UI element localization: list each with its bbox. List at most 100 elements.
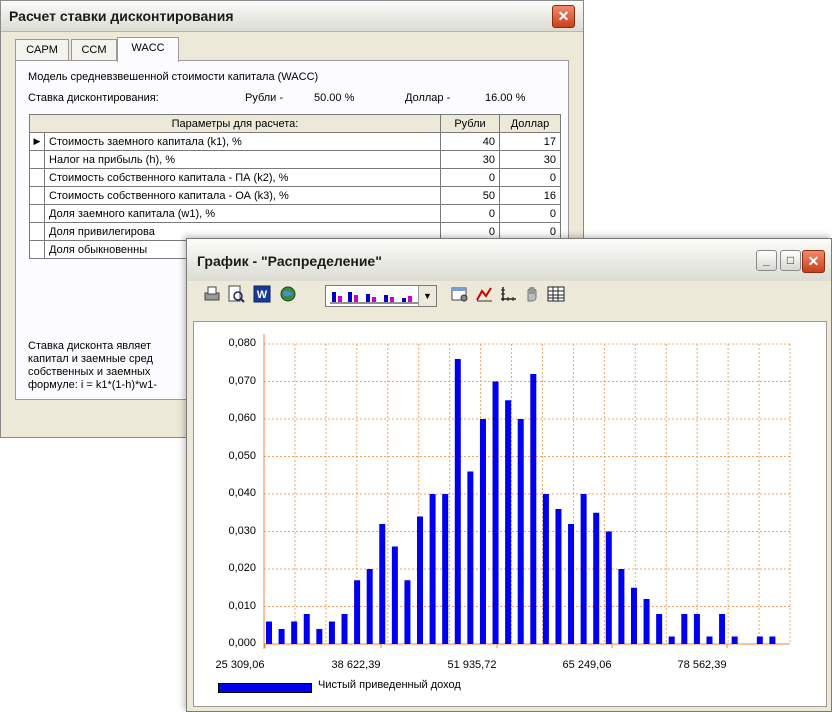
description-line: капитал и заемные сред bbox=[28, 353, 153, 365]
chart-bar bbox=[291, 621, 298, 644]
table-header-row: Параметры для расчета: Рубли Доллар bbox=[29, 114, 561, 133]
usd-cell[interactable]: 17 bbox=[499, 132, 561, 151]
description-line: формуле: i = k1*(1-h)*w1- bbox=[28, 379, 157, 391]
chart-type-select[interactable]: ▼ bbox=[325, 285, 437, 307]
close-icon[interactable]: ✕ bbox=[552, 5, 575, 28]
chart-bar bbox=[366, 569, 373, 644]
usd-cell[interactable]: 0 bbox=[499, 168, 561, 187]
chart-bar bbox=[706, 636, 713, 644]
chart-bar bbox=[278, 629, 285, 644]
bar-chart-type-icon bbox=[330, 292, 418, 304]
chart-settings-icon[interactable] bbox=[449, 285, 471, 307]
chart-bar bbox=[618, 569, 625, 644]
row-marker bbox=[29, 222, 45, 241]
svg-text:W: W bbox=[257, 289, 268, 301]
axis-icon[interactable] bbox=[497, 285, 519, 307]
chevron-down-icon[interactable]: ▼ bbox=[418, 286, 436, 306]
chart-bar bbox=[467, 471, 474, 644]
param-cell[interactable]: Стоимость заемного капитала (k1), % bbox=[44, 132, 441, 151]
usd-label: Доллар - bbox=[405, 92, 451, 104]
web-export-icon[interactable] bbox=[277, 285, 299, 307]
param-cell[interactable]: Налог на прибыль (h), % bbox=[44, 150, 441, 169]
description-text: Ставка дисконта являет капитал и заемные… bbox=[28, 340, 198, 392]
chart-bar bbox=[442, 494, 449, 644]
tab-wacc[interactable]: WACC bbox=[117, 37, 179, 62]
chart-bar bbox=[429, 494, 436, 644]
tab-ccm[interactable]: CCM bbox=[71, 39, 117, 61]
chart-bar bbox=[266, 621, 272, 644]
param-cell[interactable]: Доля заемного капитала (w1), % bbox=[44, 204, 441, 223]
wacc-window-title: Расчет ставки дисконтирования bbox=[9, 8, 234, 24]
chart-bar bbox=[328, 621, 335, 644]
table-row[interactable]: Доля заемного капитала (w1), % 0 0 bbox=[29, 204, 561, 223]
chart-bar bbox=[656, 614, 663, 644]
chart-bar bbox=[530, 374, 537, 644]
tab-capm[interactable]: CAPM bbox=[15, 39, 69, 61]
row-marker bbox=[29, 168, 45, 187]
chart-bar bbox=[580, 494, 587, 644]
chart-bar bbox=[316, 629, 323, 644]
column-header-usd[interactable]: Доллар bbox=[499, 114, 561, 133]
chart-bar bbox=[568, 524, 575, 644]
print-icon[interactable] bbox=[201, 285, 223, 307]
rub-cell[interactable]: 40 bbox=[440, 132, 500, 151]
chart-bar bbox=[769, 636, 776, 644]
chart-bar bbox=[542, 494, 549, 644]
chart-bar bbox=[517, 419, 524, 644]
usd-cell[interactable]: 16 bbox=[499, 186, 561, 205]
chart-bar bbox=[681, 614, 688, 644]
usd-cell[interactable]: 30 bbox=[499, 150, 561, 169]
chart-bar bbox=[668, 636, 675, 644]
close-icon[interactable]: ✕ bbox=[802, 250, 825, 273]
print-preview-icon[interactable] bbox=[225, 285, 247, 307]
chart-bar bbox=[454, 359, 461, 644]
description-line: собственных и заемных bbox=[28, 366, 151, 378]
param-cell[interactable]: Стоимость собственного капитала - ОА (k3… bbox=[44, 186, 441, 205]
chart-bar bbox=[303, 614, 310, 644]
chart-window-title: График - "Распределение" bbox=[197, 253, 382, 269]
row-marker bbox=[29, 204, 45, 223]
table-row[interactable]: Стоимость собственного капитала - ОА (k3… bbox=[29, 186, 561, 205]
maximize-icon[interactable]: □ bbox=[780, 250, 801, 271]
chart-toolbar: W ▼ bbox=[195, 283, 823, 309]
rub-cell[interactable]: 0 bbox=[440, 168, 500, 187]
rub-cell[interactable]: 50 bbox=[440, 186, 500, 205]
model-title: Модель средневзвешенной стоимости капита… bbox=[28, 71, 319, 83]
param-cell[interactable]: Стоимость собственного капитала - ПА (k2… bbox=[44, 168, 441, 187]
current-row-marker-icon: ▶ bbox=[29, 132, 45, 151]
chart-bar bbox=[555, 509, 562, 644]
chart-bar bbox=[630, 587, 637, 644]
row-marker bbox=[29, 186, 45, 205]
chart-bar bbox=[593, 512, 600, 644]
chart-area: 0,000 0,010 0,020 0,030 0,040 0,050 0,060 0,070… bbox=[193, 321, 827, 707]
table-row[interactable]: ▶ Стоимость заемного капитала (k1), % 40… bbox=[29, 132, 561, 151]
chart-bar bbox=[417, 516, 424, 644]
chart-bar bbox=[719, 614, 726, 644]
chart-window: График - "Распределение" _ □ ✕ W ▼ 0,000… bbox=[186, 238, 832, 712]
chart-bar bbox=[354, 580, 361, 644]
chart-bar bbox=[505, 400, 512, 644]
chart-titlebar[interactable]: График - "Распределение" _ □ ✕ bbox=[187, 239, 831, 281]
table-icon[interactable] bbox=[545, 285, 567, 307]
wacc-titlebar[interactable]: Расчет ставки дисконтирования ✕ bbox=[1, 1, 583, 32]
chart-bar bbox=[341, 614, 348, 644]
word-export-icon[interactable]: W bbox=[251, 285, 273, 307]
table-row[interactable]: Стоимость собственного капитала - ПА (k2… bbox=[29, 168, 561, 187]
table-row[interactable]: Налог на прибыль (h), % 30 30 bbox=[29, 150, 561, 169]
rub-cell[interactable]: 0 bbox=[440, 204, 500, 223]
legend-label: Чистый приведенный доход bbox=[318, 679, 461, 691]
chart-bar bbox=[731, 636, 738, 644]
rub-label: Рубли - bbox=[245, 92, 284, 104]
rate-label: Ставка дисконтирования: bbox=[28, 92, 159, 104]
hand-icon[interactable] bbox=[521, 285, 543, 307]
minimize-icon[interactable]: _ bbox=[756, 250, 777, 271]
usd-cell[interactable]: 0 bbox=[499, 204, 561, 223]
chart-bar bbox=[379, 524, 386, 644]
chart-bar bbox=[643, 599, 650, 644]
trend-icon[interactable] bbox=[473, 285, 495, 307]
column-header-rub[interactable]: Рубли bbox=[440, 114, 500, 133]
chart-bar bbox=[404, 580, 411, 644]
chart-bar bbox=[391, 546, 398, 644]
rub-cell[interactable]: 30 bbox=[440, 150, 500, 169]
column-header-params[interactable]: Параметры для расчета: bbox=[29, 114, 441, 133]
